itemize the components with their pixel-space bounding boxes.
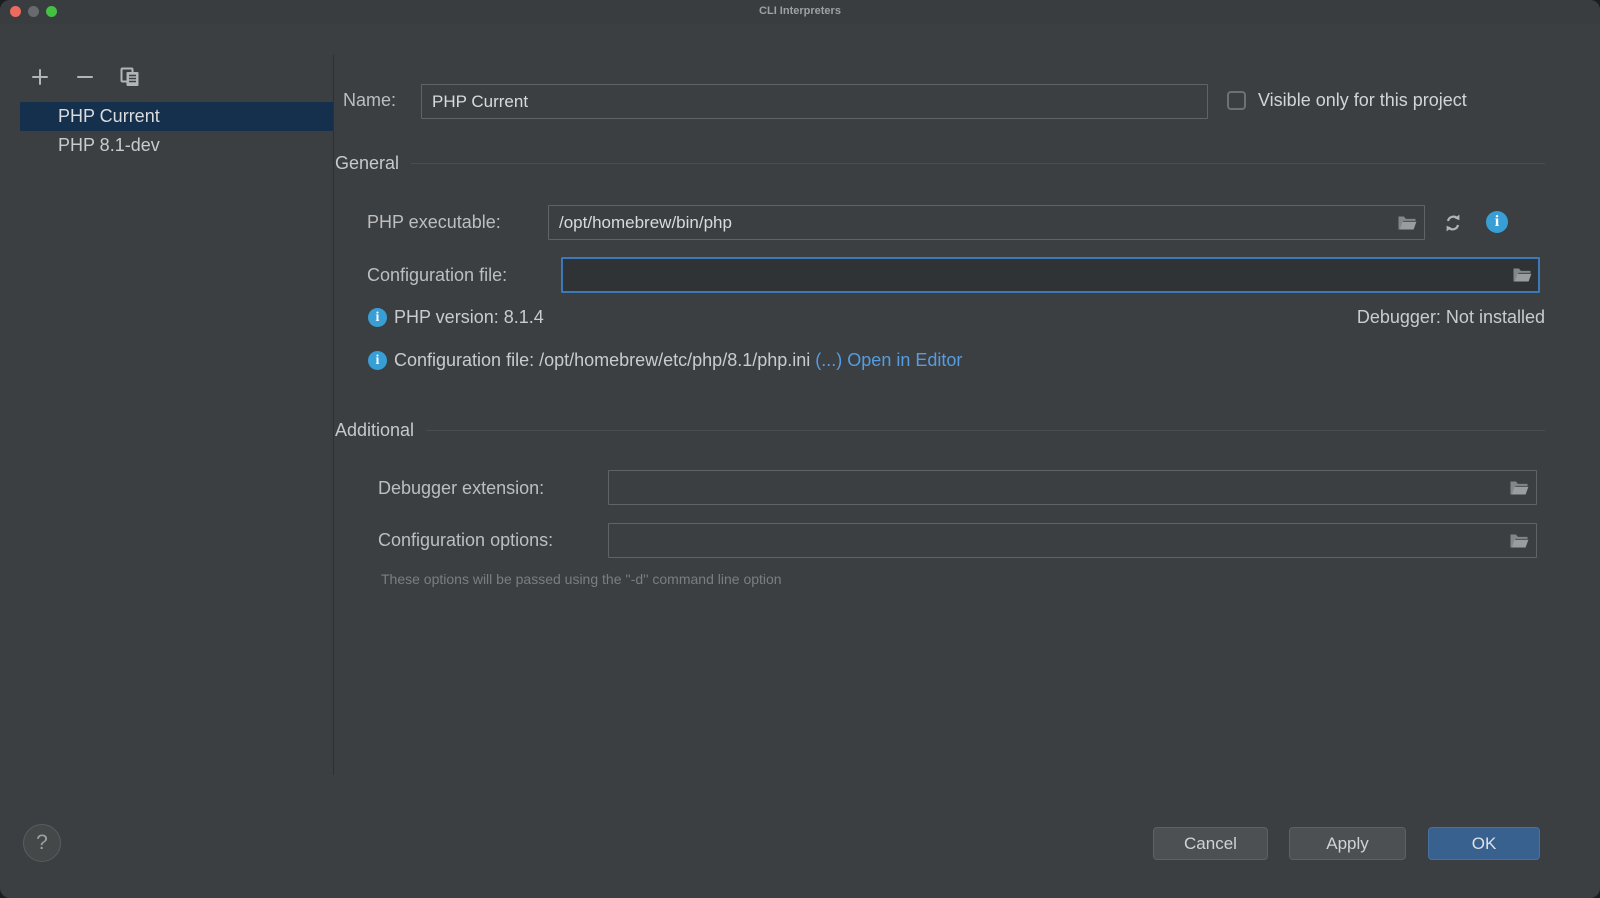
configuration-options-label: Configuration options: [378,530,554,550]
refresh-icon [1442,212,1464,234]
visible-only-checkbox-label: Visible only for this project [1258,90,1467,110]
interpreter-item-php-current[interactable]: PHP Current [20,102,334,131]
folder-open-icon [1509,533,1529,549]
browse-php-executable-button[interactable] [1397,215,1417,231]
duplicate-interpreter-button[interactable] [120,67,140,87]
interpreter-item-label: PHP 8.1-dev [58,135,160,155]
debugger-extension-input[interactable] [608,470,1537,505]
apply-button-label: Apply [1326,833,1369,853]
section-rule [411,163,1545,164]
copy-icon [120,67,140,87]
php-info-icon[interactable]: i [1486,211,1508,233]
php-version-info-icon: i [368,308,387,327]
folder-open-icon [1512,267,1532,283]
name-input[interactable] [421,84,1208,119]
config-file-info-line: Configuration file: /opt/homebrew/etc/ph… [394,350,962,371]
php-version-text: PHP version: 8.1.4 [394,307,544,327]
interpreter-list-toolbar [30,67,140,87]
cli-interpreters-dialog: CLI Interpreters PHP Current PHP 8.1-dev… [0,0,1600,898]
plus-icon [31,68,49,86]
debugger-status-text: Debugger: Not installed [1356,307,1545,327]
additional-section-title: Additional [335,420,415,440]
interpreter-item-label: PHP Current [58,106,160,126]
interpreter-item-php-81-dev[interactable]: PHP 8.1-dev [20,131,334,160]
folder-open-icon [1509,480,1529,496]
additional-section-header: Additional [335,420,1545,441]
folder-open-icon [1397,215,1417,231]
remove-interpreter-button[interactable] [75,67,95,87]
question-mark-icon: ? [36,831,48,854]
visible-only-checkbox[interactable] [1227,91,1246,110]
config-file-info-text: Configuration file: /opt/homebrew/etc/ph… [394,350,811,370]
name-label: Name: [343,90,397,110]
minus-icon [76,68,94,86]
apply-button[interactable]: Apply [1289,827,1406,860]
cancel-button-label: Cancel [1184,833,1237,853]
reload-php-info-button[interactable] [1441,211,1465,235]
general-section-header: General [335,153,1545,174]
titlebar: CLI Interpreters [0,0,1600,24]
configuration-file-label: Configuration file: [367,265,508,285]
php-executable-input[interactable] [548,205,1425,240]
debugger-extension-label: Debugger extension: [378,478,545,498]
configuration-options-input[interactable] [608,523,1537,558]
add-interpreter-button[interactable] [30,67,50,87]
config-file-info-icon: i [368,351,387,370]
debugger-extension-field-wrap [608,470,1537,505]
php-executable-label: PHP executable: [367,212,501,232]
ok-button-label: OK [1471,833,1497,853]
configuration-file-field-wrap [561,257,1540,293]
general-section-title: General [335,153,400,173]
section-rule [426,430,1545,431]
interpreter-list: PHP Current PHP 8.1-dev [20,102,334,160]
open-in-editor-link[interactable]: Open in Editor [847,350,962,370]
window-title: CLI Interpreters [759,5,841,17]
configuration-options-field-wrap [608,523,1537,558]
browse-debugger-extension-button[interactable] [1509,480,1529,496]
cancel-button[interactable]: Cancel [1153,827,1268,860]
configuration-file-input[interactable] [561,257,1540,293]
config-file-expand-link[interactable]: (...) [815,350,842,370]
browse-configuration-options-button[interactable] [1509,533,1529,549]
sidebar-divider [333,55,334,775]
configuration-options-hint: These options will be passed using the '… [381,571,782,587]
browse-configuration-file-button[interactable] [1512,267,1532,283]
help-button[interactable]: ? [23,824,61,862]
ok-button[interactable]: OK [1428,827,1540,860]
php-executable-field-wrap [548,205,1425,240]
